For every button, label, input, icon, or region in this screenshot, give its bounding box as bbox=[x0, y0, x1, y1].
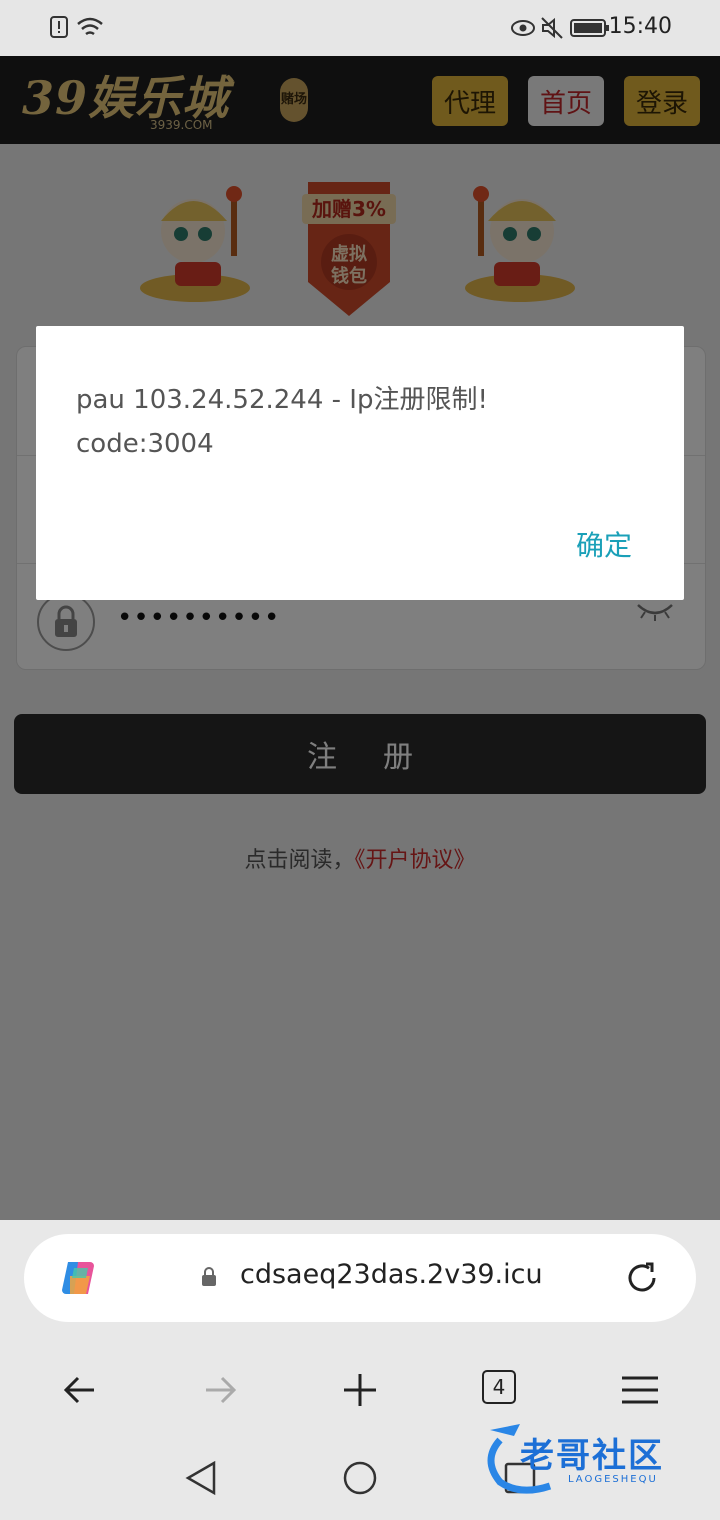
dialog-message: pau 103.24.52.244 - Ip注册限制! code:3004 bbox=[76, 385, 488, 459]
secure-lock-icon bbox=[202, 1267, 216, 1286]
tabs-count-button[interactable]: 4 bbox=[482, 1370, 516, 1404]
modal-overlay[interactable] bbox=[0, 56, 720, 1220]
alert-sim-icon bbox=[50, 16, 68, 38]
back-arrow-icon[interactable] bbox=[60, 1370, 100, 1410]
clock: 15:40 bbox=[608, 14, 672, 39]
ok-button[interactable]: 确定 bbox=[576, 524, 632, 564]
alert-dialog: pau 103.24.52.244 - Ip注册限制! code:3004 确定 bbox=[36, 326, 684, 600]
system-home-icon[interactable] bbox=[342, 1460, 378, 1496]
mute-icon bbox=[541, 17, 563, 39]
refresh-icon[interactable] bbox=[622, 1258, 662, 1298]
address-bar[interactable]: cdsaeq23das.2v39.icu bbox=[24, 1234, 696, 1322]
watermark-subtext: LAOGESHEQU bbox=[568, 1474, 658, 1485]
watermark-text: 老哥社区 bbox=[520, 1436, 664, 1476]
url-text[interactable]: cdsaeq23das.2v39.icu bbox=[240, 1259, 543, 1290]
battery-icon bbox=[570, 19, 609, 37]
eye-comfort-icon bbox=[511, 20, 535, 36]
menu-icon[interactable] bbox=[620, 1370, 660, 1410]
forward-arrow-icon[interactable] bbox=[200, 1370, 240, 1410]
status-bar: 15:40 bbox=[0, 0, 720, 56]
system-back-icon[interactable] bbox=[184, 1460, 218, 1496]
wifi-icon bbox=[77, 17, 103, 36]
copilot-icon[interactable] bbox=[58, 1256, 102, 1300]
new-tab-plus-icon[interactable] bbox=[340, 1370, 380, 1410]
